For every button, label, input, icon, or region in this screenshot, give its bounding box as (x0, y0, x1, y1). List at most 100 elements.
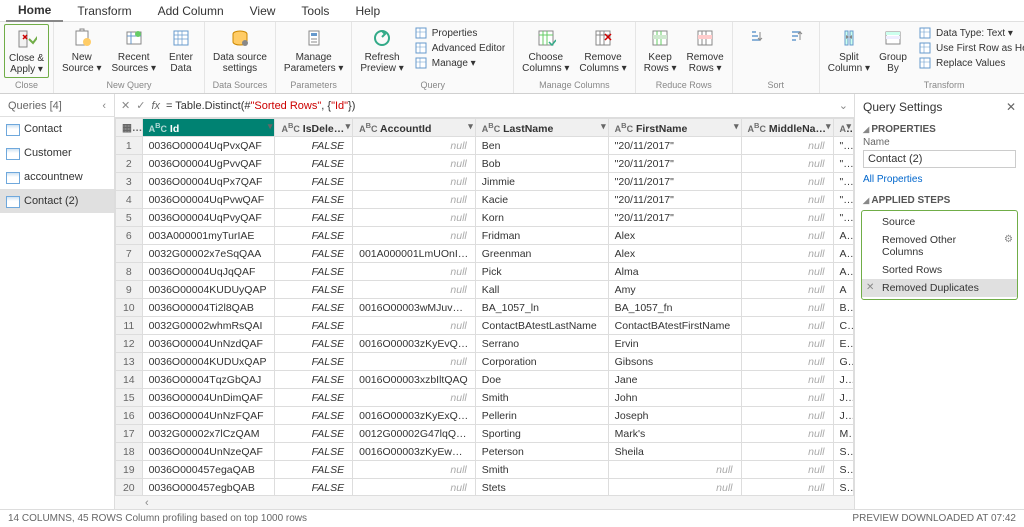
applied-step[interactable]: Removed Other Columns⚙ (862, 231, 1017, 261)
advanced-editor-button[interactable]: Advanced Editor (414, 41, 505, 55)
row-icon (414, 26, 428, 40)
row-icon (918, 26, 932, 40)
table-row[interactable]: 190036O000457egaQABFALSEnullSmithnullnul… (116, 461, 854, 479)
menu-tab-help[interactable]: Help (343, 1, 392, 21)
gear-icon[interactable]: ⚙ (1004, 234, 1013, 245)
applied-step[interactable]: ✕Removed Duplicates (862, 279, 1017, 297)
applied-step[interactable]: Sorted Rows (862, 261, 1017, 279)
table-row[interactable]: 160036O00004UnNzFQAFFALSE0016O00003zKyEx… (116, 407, 854, 425)
all-properties-link[interactable]: All Properties (855, 172, 1024, 191)
filter-icon[interactable]: ▾ (268, 121, 273, 132)
data-source-settings-button[interactable]: Data source settings (209, 24, 271, 76)
applied-steps-header: APPLIED STEPS (855, 191, 1024, 208)
col-header-LastName[interactable]: ABC LastName▾ (475, 119, 608, 137)
formula-bar[interactable]: ✕ ✓ fx = Table.Distinct(#"Sorted Rows", … (115, 94, 854, 118)
table-row[interactable]: 150036O00004UnDimQAFFALSEnullSmithJohnnu… (116, 389, 854, 407)
table-row[interactable]: 110032G00002whmRsQAIFALSEnullContactBAte… (116, 317, 854, 335)
menu-tab-home[interactable]: Home (6, 0, 63, 22)
table-row[interactable]: 6003A000001myTurIAEFALSEnullFridmanAlexn… (116, 227, 854, 245)
ribbon-group-label: Query (356, 80, 509, 91)
sort-desc-button[interactable] (777, 24, 815, 54)
close-apply-icon (15, 27, 39, 51)
data-grid[interactable]: ▦▾ABC Id▾ABC IsDeleted▾ABC AccountId▾ABC… (115, 118, 854, 509)
applied-steps-box: SourceRemoved Other Columns⚙Sorted Rows✕… (861, 210, 1018, 300)
menu-tab-tools[interactable]: Tools (289, 1, 341, 21)
table-row[interactable]: 200036O000457egbQABFALSEnullStetsnullnul… (116, 479, 854, 497)
split-column-button[interactable]: Split Column ▾ (824, 24, 874, 76)
table-row[interactable]: 80036O00004UqJqQAFFALSEnullPickAlmanullA… (116, 263, 854, 281)
query-item[interactable]: Customer (0, 141, 114, 165)
enter-data-button[interactable]: Enter Data (162, 24, 200, 76)
table-row[interactable]: 130036O00004KUDUxQAPFALSEnullCorporation… (116, 353, 854, 371)
query-item[interactable]: Contact (0, 117, 114, 141)
menu-tab-view[interactable]: View (238, 1, 288, 21)
menu-tab-add-column[interactable]: Add Column (146, 1, 236, 21)
col-header-MiddleName[interactable]: ABC MiddleName▾ (741, 119, 833, 137)
horizontal-scrollbar[interactable]: ‹ (115, 495, 854, 509)
table-row[interactable]: 90036O00004KUDUyQAPFALSEnullKallAmynullA (116, 281, 854, 299)
remove-rows-button[interactable]: Remove Rows ▾ (683, 24, 728, 76)
filter-icon[interactable]: ▾ (846, 121, 851, 132)
table-row[interactable]: 50036O00004UqPvyQAFFALSEnullKorn"20/11/2… (116, 209, 854, 227)
remove-columns-button[interactable]: Remove Columns ▾ (575, 24, 630, 76)
replace-values-button[interactable]: Replace Values (918, 56, 1024, 70)
ribbon-icon (169, 26, 193, 50)
ribbon-icon (122, 26, 146, 50)
query-item[interactable]: Contact (2) (0, 189, 114, 213)
filter-icon[interactable]: ▾ (826, 121, 831, 132)
col-header-AccountId[interactable]: ABC AccountId▾ (353, 119, 476, 137)
status-left: 14 COLUMNS, 45 ROWS Column profiling bas… (8, 513, 307, 524)
group-by-button[interactable]: Group By (874, 24, 912, 76)
table-row[interactable]: 100036O00004Ti2l8QABFALSE0016O00003wMJuv… (116, 299, 854, 317)
delete-step-icon[interactable]: ✕ (866, 282, 874, 293)
col-header-FirstName[interactable]: ABC FirstName▾ (608, 119, 741, 137)
close-apply-button[interactable]: Close & Apply ▾ (4, 24, 49, 78)
refresh-preview-button[interactable]: Refresh Preview ▾ (356, 24, 407, 76)
table-row[interactable]: 10036O00004UqPvxQAFFALSEnullBen"20/11/20… (116, 137, 854, 155)
ribbon-group-label: Close (4, 80, 49, 91)
table-row[interactable]: 30036O00004UqPx7QAFFALSEnullJimmie"20/11… (116, 173, 854, 191)
use-first-row-as-headers--button[interactable]: Use First Row as Headers ▾ (918, 41, 1024, 55)
table-row[interactable]: 70032G00002x7eSqQAAFALSE001A000001LmUOnI… (116, 245, 854, 263)
confirm-icon[interactable]: ✓ (136, 99, 145, 112)
filter-icon[interactable]: ▾ (734, 121, 739, 132)
row-icon (414, 41, 428, 55)
table-row[interactable]: 120036O00004UnNzdQAFFALSE0016O00003zKyEv… (116, 335, 854, 353)
table-row[interactable]: 140036O00004TqzGbQAJFALSE0016O00003xzbIl… (116, 371, 854, 389)
sort-desc-icon (784, 26, 808, 50)
fx-icon: fx (151, 100, 160, 112)
formula-text[interactable]: = Table.Distinct(#"Sorted Rows", {"Id"}) (166, 100, 833, 112)
data-type-text--button[interactable]: Data Type: Text ▾ (918, 26, 1024, 40)
expand-formula-icon[interactable]: ⌄ (839, 99, 848, 112)
col-header-extra[interactable]: ABC ▾ (833, 119, 854, 137)
status-right: PREVIEW DOWNLOADED AT 07:42 (852, 513, 1016, 524)
ribbon-group-label: Transform (824, 80, 1024, 91)
applied-step[interactable]: Source (862, 213, 1017, 231)
query-name-input[interactable]: Contact (2) (863, 150, 1016, 168)
choose-columns-button[interactable]: Choose Columns ▾ (518, 24, 573, 76)
menubar: HomeTransformAdd ColumnViewToolsHelp (0, 0, 1024, 22)
keep-rows-button[interactable]: Keep Rows ▾ (640, 24, 681, 76)
collapse-icon[interactable]: ‹ (102, 100, 106, 112)
properties-button[interactable]: Properties (414, 26, 505, 40)
close-icon[interactable]: ✕ (1006, 100, 1016, 114)
query-item[interactable]: accountnew (0, 165, 114, 189)
table-row[interactable]: 20036O00004UgPvvQAFFALSEnullBob"20/11/20… (116, 155, 854, 173)
filter-icon[interactable]: ▾ (468, 121, 473, 132)
filter-icon[interactable]: ▾ (346, 121, 351, 132)
menu-tab-transform[interactable]: Transform (65, 1, 143, 21)
table-row[interactable]: 180036O00004UnNzeQAFFALSE0016O00003zKyEw… (116, 443, 854, 461)
manage--button[interactable]: Manage ▾ (414, 56, 505, 70)
sort-asc-button[interactable] (737, 24, 775, 54)
manage-parameters-button[interactable]: Manage Parameters ▾ (280, 24, 347, 76)
table-row[interactable]: 170032G00002x7lCzQAMFALSE0012G00002G47lq… (116, 425, 854, 443)
new-source-button[interactable]: New Source ▾ (58, 24, 105, 76)
cancel-icon[interactable]: ✕ (121, 99, 130, 112)
table-icon[interactable]: ▦▾ (122, 122, 142, 134)
recent-sources-button[interactable]: Recent Sources ▾ (108, 24, 160, 76)
filter-icon[interactable]: ▾ (601, 121, 606, 132)
ribbon-icon (228, 26, 252, 50)
table-row[interactable]: 40036O00004UqPvwQAFFALSEnullKacie"20/11/… (116, 191, 854, 209)
col-header-Id[interactable]: ABC Id▾ (142, 119, 275, 137)
col-header-IsDeleted[interactable]: ABC IsDeleted▾ (275, 119, 353, 137)
